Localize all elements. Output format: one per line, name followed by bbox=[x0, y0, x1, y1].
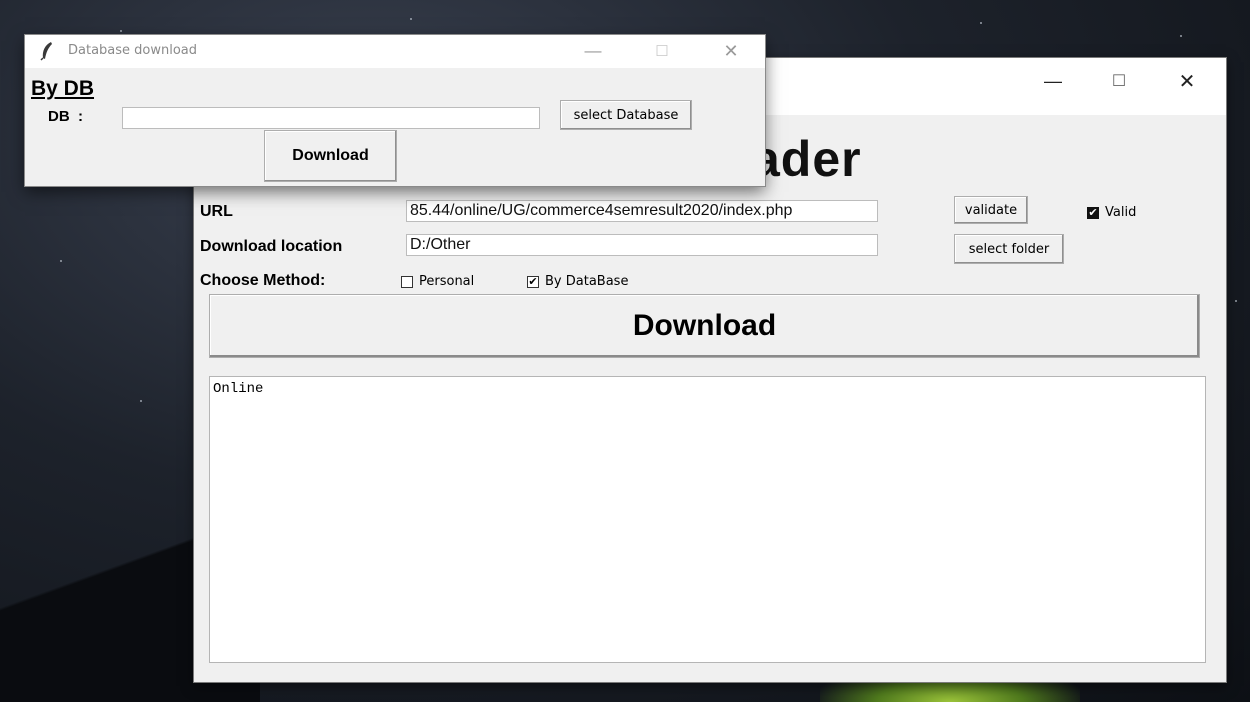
validate-button[interactable]: validate bbox=[954, 196, 1028, 224]
url-input[interactable] bbox=[406, 200, 878, 222]
popup-title: Database download bbox=[68, 43, 198, 58]
main-download-button[interactable]: Download bbox=[209, 294, 1200, 358]
select-folder-button[interactable]: select folder bbox=[954, 234, 1064, 264]
popup-close-icon[interactable]: ✕ bbox=[711, 37, 751, 65]
maximize-icon[interactable]: ☐ bbox=[1096, 66, 1142, 96]
popup-titlebar[interactable]: Database download — ☐ ✕ bbox=[25, 35, 765, 68]
method-personal-checkbox[interactable]: Personal bbox=[401, 274, 474, 289]
db-label: DB : bbox=[48, 108, 83, 125]
by-db-heading: By DB bbox=[31, 77, 95, 100]
method-personal-label: Personal bbox=[419, 274, 475, 289]
valid-checkbox[interactable]: ✔ Valid bbox=[1087, 205, 1136, 220]
minimize-icon[interactable]: — bbox=[1030, 66, 1076, 96]
popup-minimize-icon[interactable]: — bbox=[573, 37, 613, 65]
choose-method-label: Choose Method: bbox=[200, 272, 326, 289]
feather-icon bbox=[40, 42, 52, 61]
checkmark-icon: ✔ bbox=[527, 275, 539, 288]
valid-label: Valid bbox=[1105, 205, 1137, 220]
method-bydb-checkbox[interactable]: ✔ By DataBase bbox=[527, 274, 628, 289]
download-location-label: Download location bbox=[200, 238, 343, 255]
app-title: ader bbox=[752, 131, 862, 187]
close-icon[interactable]: ✕ bbox=[1164, 66, 1210, 96]
db-input[interactable] bbox=[122, 107, 540, 129]
method-bydb-label: By DataBase bbox=[545, 274, 629, 289]
popup-download-button[interactable]: Download bbox=[264, 130, 397, 182]
checkmark-icon: ✔ bbox=[1087, 206, 1099, 219]
download-location-input[interactable] bbox=[406, 234, 878, 256]
log-output[interactable]: Online bbox=[209, 376, 1206, 663]
select-database-button[interactable]: select Database bbox=[560, 100, 692, 130]
popup-maximize-icon: ☐ bbox=[655, 43, 669, 60]
url-label: URL bbox=[200, 203, 233, 220]
database-download-window: Database download — ☐ ✕ By DB DB : selec… bbox=[25, 35, 765, 186]
checkbox-empty-icon bbox=[401, 275, 413, 288]
